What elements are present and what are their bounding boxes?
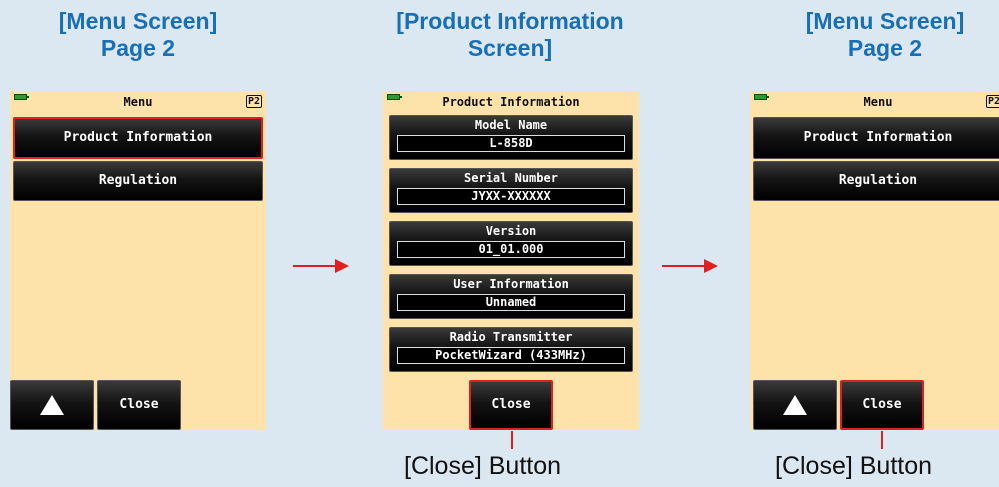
close-button[interactable]: Close [840, 380, 924, 430]
version-field: Version 01_01.000 [389, 221, 633, 266]
flow-arrow-2 [662, 259, 718, 273]
panel2-heading: [Product Information Screen] [344, 8, 676, 62]
menu-item-product-information[interactable]: Product Information [13, 117, 263, 159]
page-badge: P2 [245, 95, 262, 108]
screen-title: Menu [863, 95, 893, 109]
version-value: 01_01.000 [397, 241, 625, 258]
panel3-heading-line2: Page 2 [847, 35, 923, 61]
version-label: Version [485, 224, 537, 238]
model-name-value: L-858D [397, 135, 625, 152]
page-up-button[interactable] [753, 380, 837, 430]
user-information-value: Unnamed [397, 294, 625, 311]
close-callout-line [881, 431, 883, 449]
menu-item-regulation[interactable]: Regulation [753, 161, 999, 201]
panel1-heading-line1: [Menu Screen] [58, 8, 218, 34]
model-name-label: Model Name [474, 118, 548, 132]
user-information-field: User Information Unnamed [389, 274, 633, 319]
screen-title: Menu [123, 95, 153, 109]
menu-screen-page2-return: Menu P2 Product Information Regulation C… [750, 91, 999, 430]
panel3-heading-line1: [Menu Screen] [805, 8, 965, 34]
page-badge: P2 [985, 95, 999, 108]
radio-transmitter-label: Radio Transmitter [449, 330, 573, 344]
panel1-heading-line2: Page 2 [100, 35, 176, 61]
serial-number-value: JYXX-XXXXXX [397, 188, 625, 205]
product-information-screen: Product Information Model Name L-858D Se… [383, 91, 639, 430]
close-callout-line [511, 431, 513, 449]
up-triangle-icon [40, 395, 64, 415]
screen-title: Product Information [442, 95, 580, 109]
flow-arrow-1 [293, 259, 349, 273]
panel3-heading: [Menu Screen] Page 2 [747, 8, 999, 62]
panel1-heading: [Menu Screen] Page 2 [0, 8, 276, 62]
page-up-button[interactable] [10, 380, 94, 430]
up-triangle-icon [783, 395, 807, 415]
close-button[interactable]: Close [97, 380, 181, 430]
close-button[interactable]: Close [469, 380, 553, 430]
model-name-field: Model Name L-858D [389, 115, 633, 160]
user-information-label: User Information [453, 277, 569, 291]
close-button-callout: [Close] Button [404, 452, 562, 480]
panel2-heading-line1: [Product Information [396, 8, 624, 34]
close-button-callout: [Close] Button [775, 452, 933, 480]
panel2-heading-line2: Screen] [467, 35, 553, 61]
radio-transmitter-value: PocketWizard (433MHz) [397, 347, 625, 364]
serial-number-label: Serial Number [464, 171, 558, 185]
menu-item-regulation[interactable]: Regulation [13, 161, 263, 201]
radio-transmitter-field: Radio Transmitter PocketWizard (433MHz) [389, 327, 633, 372]
menu-item-product-information[interactable]: Product Information [753, 117, 999, 159]
serial-number-field: Serial Number JYXX-XXXXXX [389, 168, 633, 213]
menu-screen-page2: Menu P2 Product Information Regulation C… [10, 91, 266, 430]
